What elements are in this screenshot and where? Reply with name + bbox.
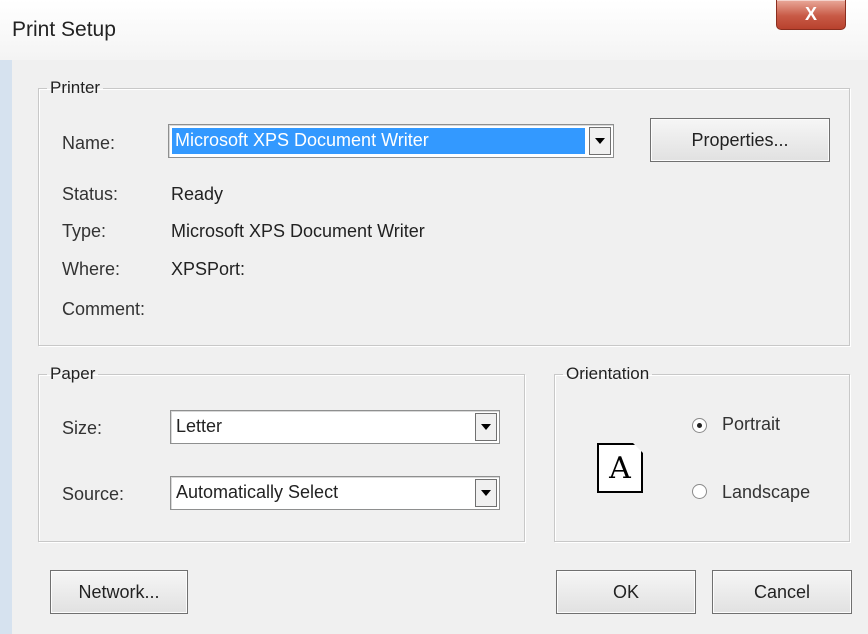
window-frame-left [0,60,12,634]
status-value: Ready [171,184,224,204]
printer-group-legend: Printer [50,78,101,97]
printer-name-selection: Microsoft XPS Document Writer [172,128,585,154]
properties-button[interactable]: Properties... [650,118,830,162]
network-button[interactable]: Network... [50,570,188,614]
paper-source-select[interactable]: Automatically Select [170,476,500,510]
landscape-radio[interactable] [692,484,707,499]
printer-name-select[interactable]: Microsoft XPS Document Writer [168,124,614,158]
cancel-button-label: Cancel [753,581,811,602]
paper-source-label: Source: [62,484,125,504]
print-setup-dialog: Print Setup X Printer Name: Microsoft XP… [0,0,868,634]
close-button[interactable]: X [776,0,846,30]
title-bar: Print Setup X [0,0,868,60]
page-icon-letter: A [609,450,631,486]
ok-button[interactable]: OK [556,570,696,614]
paper-group: Paper [38,364,525,542]
where-label: Where: [62,259,121,279]
network-button-label: Network... [78,581,160,602]
where-value: XPSPort: [171,259,246,279]
comment-label: Comment: [62,299,146,319]
paper-size-label: Size: [62,418,103,438]
orientation-group-legend: Orientation [566,364,650,383]
dialog-title: Print Setup [12,18,116,41]
type-value: Microsoft XPS Document Writer [171,221,425,241]
close-icon: X [804,4,817,24]
landscape-label[interactable]: Landscape [722,482,810,503]
ok-button-label: OK [612,581,639,602]
chevron-down-icon[interactable] [589,127,611,155]
status-label: Status: [62,184,119,204]
portrait-label[interactable]: Portrait [722,414,780,435]
portrait-page-icon: A [597,443,643,493]
paper-group-legend: Paper [50,364,96,383]
chevron-down-icon[interactable] [475,413,497,441]
paper-size-select[interactable]: Letter [170,410,500,444]
type-label: Type: [62,221,107,241]
cancel-button[interactable]: Cancel [712,570,852,614]
portrait-radio[interactable] [692,418,707,433]
properties-button-label: Properties... [691,129,789,150]
paper-size-value: Letter [176,416,223,436]
paper-source-value: Automatically Select [176,482,339,502]
chevron-down-icon[interactable] [475,479,497,507]
printer-name-label: Name: [62,133,116,153]
printer-name-value: Microsoft XPS Document Writer [175,130,429,150]
